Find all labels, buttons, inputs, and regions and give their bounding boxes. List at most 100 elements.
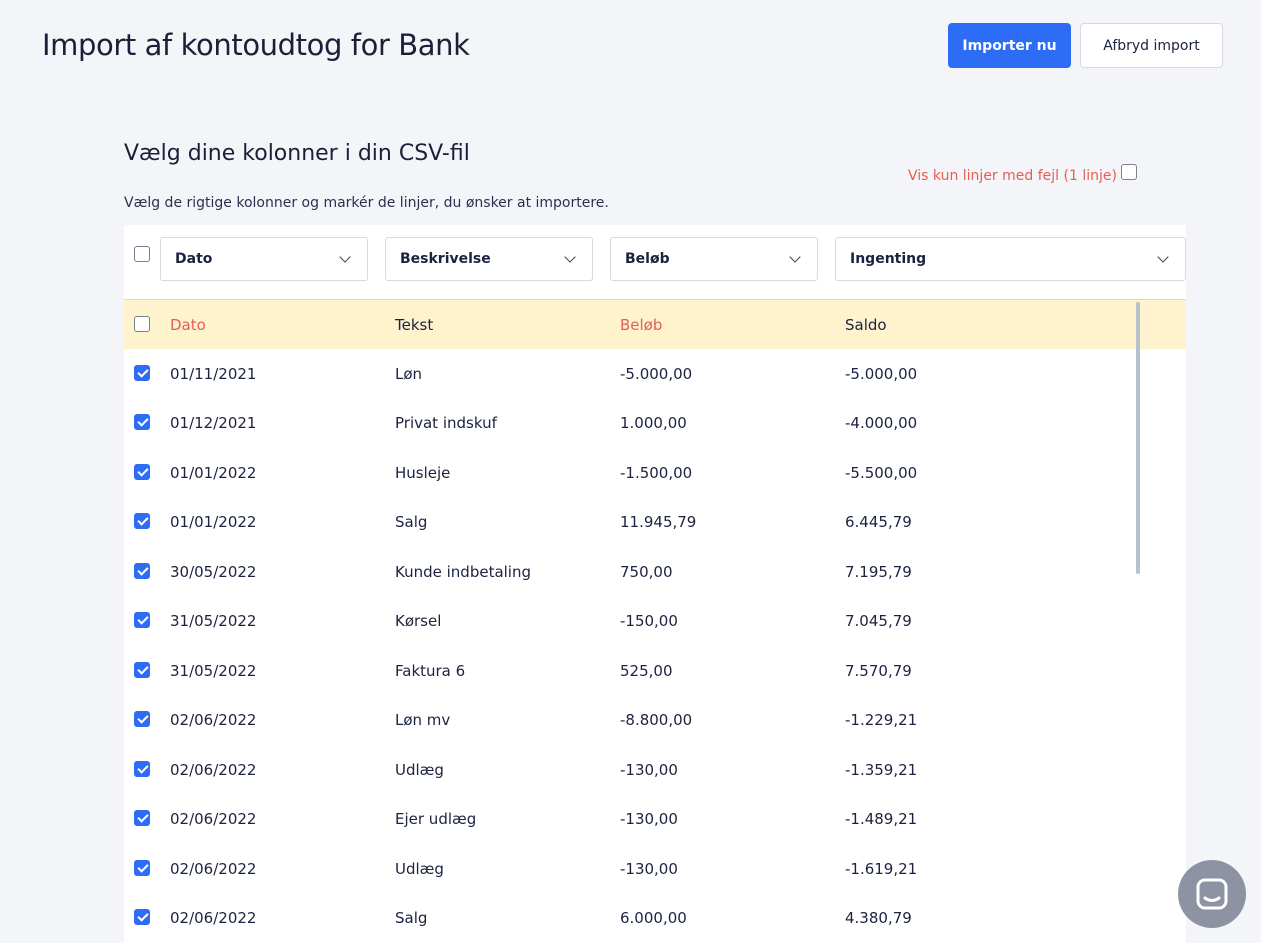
row-checkbox[interactable]: [134, 612, 150, 629]
section-subtitle: Vælg de rigtige kolonner og markér de li…: [124, 195, 609, 211]
cell-date: 31/05/2022: [170, 661, 257, 680]
row-checkbox[interactable]: [134, 414, 150, 431]
cell-text: Husleje: [395, 463, 451, 482]
row-checkbox[interactable]: [134, 810, 150, 827]
cell-amount: 1.000,00: [620, 414, 687, 433]
cell-balance: -1.229,21: [845, 711, 918, 730]
import-table: Dato Beskrivelse Beløb Ingenting Dato Te…: [124, 225, 1186, 943]
cell-balance: 7.045,79: [845, 612, 912, 631]
header-cell-balance: Saldo: [845, 315, 887, 334]
cell-text: Ejer udlæg: [395, 810, 477, 829]
cell-amount: 525,00: [620, 661, 673, 680]
header-row-checkbox[interactable]: [134, 315, 150, 332]
row-checkbox[interactable]: [134, 463, 150, 480]
column-mapping-row: Dato Beskrivelse Beløb Ingenting: [124, 225, 1186, 300]
cell-amount: 750,00: [620, 562, 673, 581]
row-checkbox[interactable]: [134, 661, 150, 678]
cell-date: 02/06/2022: [170, 909, 257, 928]
column-select-1[interactable]: Dato: [160, 237, 368, 281]
cell-date: 02/06/2022: [170, 810, 257, 829]
cell-date: 02/06/2022: [170, 711, 257, 730]
chevron-down-icon: [789, 250, 801, 263]
column-select-value: Ingenting: [850, 251, 927, 267]
cell-amount: -130,00: [620, 859, 678, 878]
cell-text: Salg: [395, 513, 428, 532]
cell-amount: 11.945,79: [620, 513, 697, 532]
cell-balance: 4.380,79: [845, 909, 912, 928]
cell-text: Løn: [395, 364, 423, 383]
cell-balance: -1.619,21: [845, 859, 918, 878]
table-row: 31/05/2022 Faktura 6 525,00 7.570,79: [124, 646, 1186, 696]
error-filter: Vis kun linjer med fejl (1 linje): [908, 164, 1137, 184]
cell-amount: -1.500,00: [620, 463, 693, 482]
column-select-value: Dato: [175, 251, 213, 267]
table-row: 31/05/2022 Kørsel -150,00 7.045,79: [124, 597, 1186, 647]
table-row: 01/11/2021 Løn -5.000,00 -5.000,00: [124, 349, 1186, 399]
cell-amount: -150,00: [620, 612, 678, 631]
column-select-value: Beskrivelse: [400, 251, 491, 267]
row-checkbox[interactable]: [134, 909, 150, 926]
table-row: 30/05/2022 Kunde indbetaling 750,00 7.195,7…: [124, 547, 1186, 597]
column-select-value: Beløb: [625, 251, 670, 267]
cell-balance: -5.500,00: [845, 463, 918, 482]
cell-date: 01/11/2021: [170, 364, 257, 383]
cell-date: 31/05/2022: [170, 612, 257, 631]
error-filter-label: Vis kun linjer med fejl (1 linje): [908, 168, 1117, 184]
table-scrollbar[interactable]: [1136, 302, 1140, 574]
cell-amount: -8.800,00: [620, 711, 693, 730]
cell-date: 02/06/2022: [170, 859, 257, 878]
cell-text: Privat indskuf: [395, 414, 497, 433]
row-checkbox[interactable]: [134, 760, 150, 777]
row-checkbox[interactable]: [134, 711, 150, 728]
row-checkbox[interactable]: [134, 562, 150, 579]
table-row: 02/06/2022 Løn mv -8.800,00 -1.229,21: [124, 696, 1186, 746]
cell-text: Kørsel: [395, 612, 442, 631]
cell-balance: 6.445,79: [845, 513, 912, 532]
cell-text: Løn mv: [395, 711, 451, 730]
table-row: 01/12/2021 Privat indskuf 1.000,00 -4.000,0…: [124, 399, 1186, 449]
row-checkbox[interactable]: [134, 364, 150, 381]
chat-button[interactable]: [1178, 860, 1246, 928]
row-checkbox[interactable]: [134, 859, 150, 876]
cell-balance: -5.000,00: [845, 364, 918, 383]
cell-text: Udlæg: [395, 859, 444, 878]
cell-text: Udlæg: [395, 760, 444, 779]
cell-date: 30/05/2022: [170, 562, 257, 581]
table-row: 02/06/2022 Udlæg -130,00 -1.359,21: [124, 745, 1186, 795]
chevron-down-icon: [339, 250, 351, 263]
table-row: 02/06/2022 Salg 6.000,00 4.380,79: [124, 894, 1186, 943]
chat-bubble-icon: [1196, 878, 1228, 910]
error-filter-checkbox[interactable]: [1120, 164, 1137, 180]
cell-date: 01/01/2022: [170, 513, 257, 532]
cell-amount: -5.000,00: [620, 364, 693, 383]
cell-text: Salg: [395, 909, 428, 928]
column-select-2[interactable]: Beskrivelse: [385, 237, 593, 281]
table-row: 01/01/2022 Husleje -1.500,00 -5.500,00: [124, 448, 1186, 498]
header-cell-amount: Beløb: [620, 315, 663, 334]
table-row: 01/01/2022 Salg 11.945,79 6.445,79: [124, 498, 1186, 548]
cell-balance: 7.195,79: [845, 562, 912, 581]
cell-date: 01/12/2021: [170, 414, 257, 433]
mapping-row-checkbox[interactable]: [134, 246, 150, 262]
cell-text: Kunde indbetaling: [395, 562, 532, 581]
import-now-button[interactable]: Importer nu: [948, 23, 1071, 68]
cell-balance: -1.489,21: [845, 810, 918, 829]
column-select-4[interactable]: Ingenting: [835, 237, 1186, 281]
cell-amount: -130,00: [620, 810, 678, 829]
column-select-3[interactable]: Beløb: [610, 237, 818, 281]
chevron-down-icon: [1157, 250, 1169, 263]
table-row: 02/06/2022 Ejer udlæg -130,00 -1.489,21: [124, 795, 1186, 845]
row-checkbox[interactable]: [134, 513, 150, 530]
scrollbar-thumb[interactable]: [1136, 302, 1140, 574]
cell-text: Faktura 6: [395, 661, 466, 680]
table-header-row: Dato Tekst Beløb Saldo: [124, 300, 1186, 349]
cell-amount: -130,00: [620, 760, 678, 779]
cell-amount: 6.000,00: [620, 909, 687, 928]
cell-balance: -1.359,21: [845, 760, 918, 779]
cell-date: 02/06/2022: [170, 760, 257, 779]
chevron-down-icon: [564, 250, 576, 263]
table-row: 02/06/2022 Udlæg -130,00 -1.619,21: [124, 844, 1186, 894]
cancel-import-button[interactable]: Afbryd import: [1080, 23, 1223, 68]
header-cell-text: Tekst: [395, 315, 434, 334]
header-cell-date: Dato: [170, 315, 206, 334]
